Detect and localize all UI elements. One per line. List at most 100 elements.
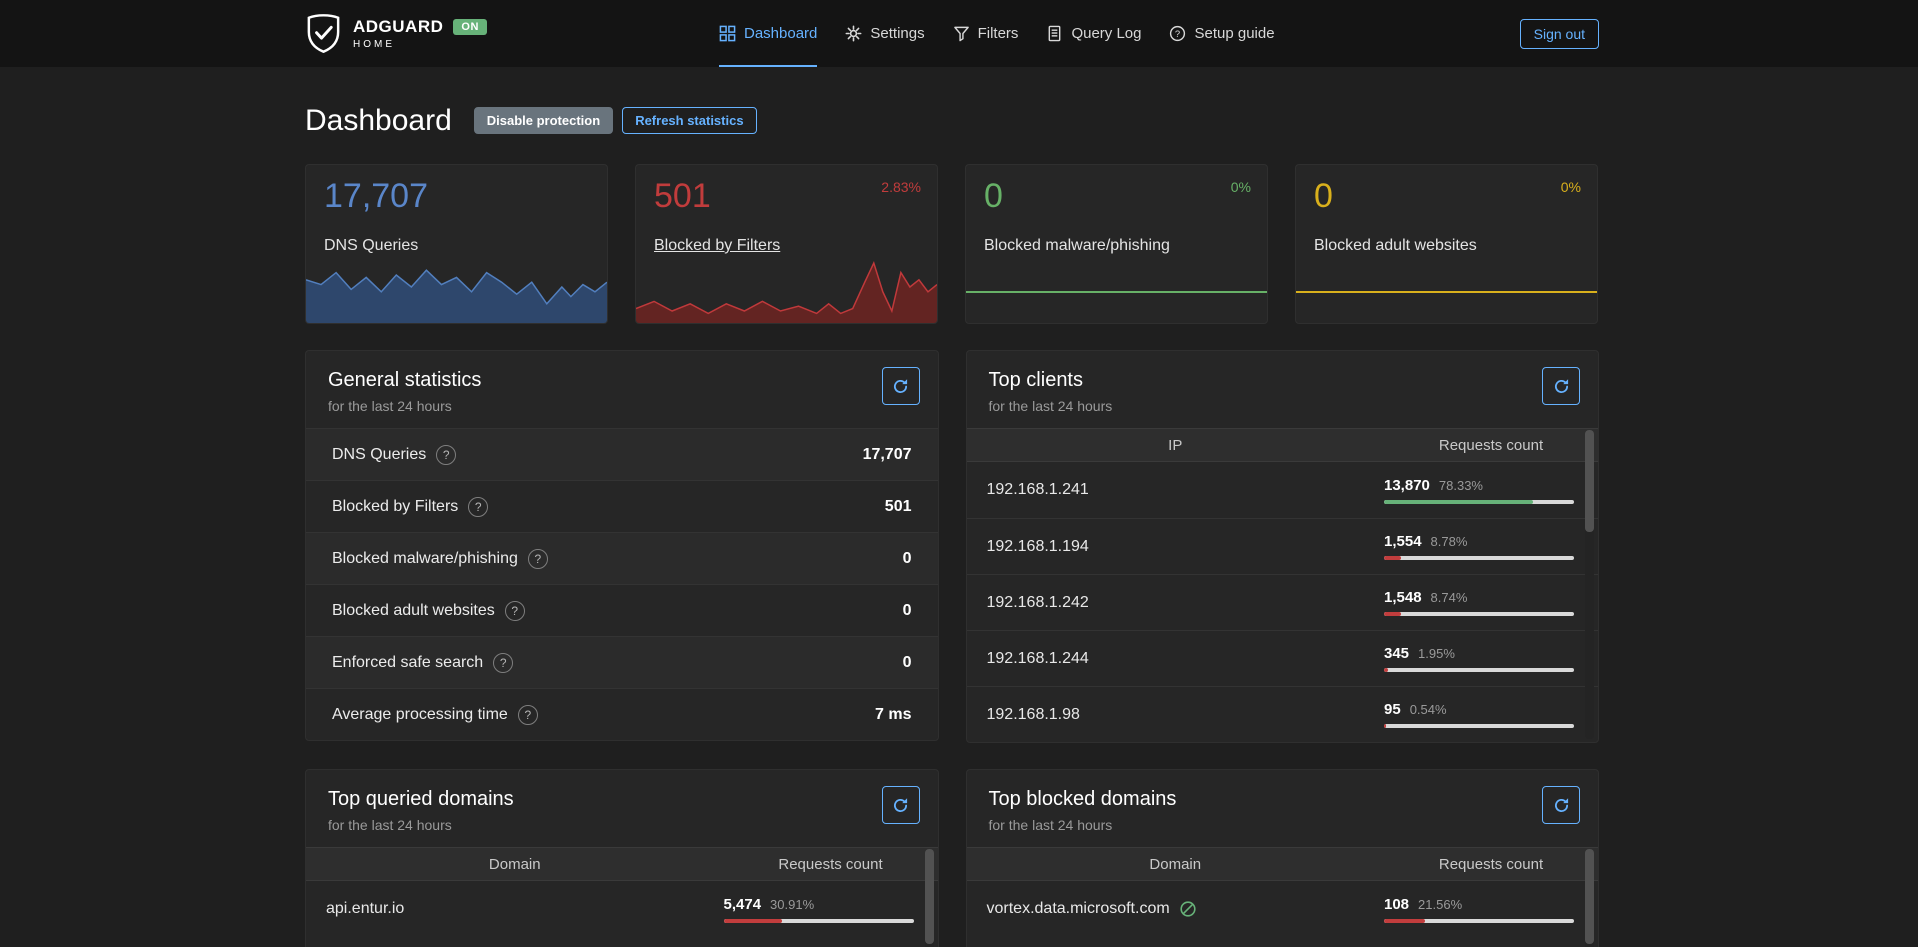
refresh-icon (892, 797, 909, 814)
queried-domain: api.entur.io (306, 900, 724, 918)
adguard-logo[interactable]: ADGUARD ON HOME (305, 0, 487, 67)
help-icon[interactable]: ? (518, 705, 538, 725)
brand-text: ADGUARD ON HOME (353, 17, 487, 50)
stats-row-value: 7 ms (875, 706, 911, 724)
disable-protection-button[interactable]: Disable protection (474, 107, 613, 134)
client-count: 1,548 (1384, 589, 1422, 606)
panel-scrollbar[interactable] (925, 849, 934, 947)
stats-row-label: Enforced safe search? (332, 653, 513, 673)
nav-settings[interactable]: Settings (845, 0, 924, 67)
domain-percent: 30.91% (770, 897, 814, 912)
blocked-domain: vortex.data.microsoft.com (987, 900, 1170, 918)
client-count: 1,554 (1384, 533, 1422, 550)
panel-subtitle: for the last 24 hours (989, 817, 1577, 833)
stats-label-text: Blocked malware/phishing (332, 550, 518, 568)
column-domain: Domain (306, 856, 724, 873)
top-queried-header: Top queried domains for the last 24 hour… (306, 770, 938, 847)
client-progress-bar (1384, 500, 1574, 504)
adult-percent-badge: 0% (1561, 179, 1581, 195)
top-clients-panel: Top clients for the last 24 hours IP Req… (966, 350, 1600, 743)
client-progress-bar (1384, 724, 1574, 728)
stats-label-text: Blocked by Filters (332, 498, 458, 516)
nav-query-log-label: Query Log (1071, 25, 1141, 42)
nav-setup-guide[interactable]: ? Setup guide (1169, 0, 1274, 67)
dns-queries-sparkline (306, 251, 607, 323)
column-requests-count: Requests count (724, 856, 938, 873)
panel-scrollbar[interactable] (1585, 430, 1594, 739)
blocked-by-filters-sparkline (636, 251, 937, 323)
nav-query-log[interactable]: Query Log (1046, 0, 1141, 67)
client-row: 192.168.1.242 1,5488.74% (967, 574, 1599, 630)
refresh-panel-button[interactable] (882, 786, 920, 824)
stats-row-value: 17,707 (863, 446, 912, 464)
refresh-statistics-button[interactable]: Refresh statistics (622, 107, 756, 134)
panel-subtitle: for the last 24 hours (989, 398, 1577, 414)
refresh-panel-button[interactable] (1542, 786, 1580, 824)
help-icon[interactable]: ? (468, 497, 488, 517)
top-navbar: ADGUARD ON HOME Dashboard (0, 0, 1918, 67)
sign-out-button[interactable]: Sign out (1520, 19, 1599, 49)
refresh-panel-button[interactable] (882, 367, 920, 405)
stats-label-text: Blocked adult websites (332, 602, 495, 620)
nav-filters[interactable]: Filters (953, 0, 1019, 67)
stat-cards-row: 17,707 DNS Queries 2.83% 501 Blocked by … (305, 164, 1599, 324)
client-ip: 192.168.1.98 (967, 706, 1385, 724)
stats-row: Blocked malware/phishing? 0 (306, 532, 938, 584)
domain-count: 108 (1384, 896, 1409, 913)
stats-row-label: Average processing time? (332, 705, 538, 725)
setup-guide-question-icon: ? (1169, 25, 1186, 42)
nav-dashboard[interactable]: Dashboard (719, 0, 817, 67)
stats-row: Blocked by Filters? 501 (306, 480, 938, 532)
client-percent: 8.74% (1431, 590, 1468, 605)
scrollbar-thumb[interactable] (1585, 849, 1594, 944)
bottom-panels-row: Top queried domains for the last 24 hour… (305, 769, 1599, 947)
table-header: Domain Requests count (967, 847, 1599, 881)
malware-percent-badge: 0% (1231, 179, 1251, 195)
domain-row: api.entur.io 5,474 30.91% (306, 881, 938, 937)
stats-row-value: 0 (903, 602, 912, 620)
general-statistics-header: General statistics for the last 24 hours (306, 351, 938, 428)
general-statistics-list: DNS Queries? 17,707 Blocked by Filters? … (306, 428, 938, 740)
column-domain: Domain (967, 856, 1385, 873)
client-row: 192.168.1.194 1,5548.78% (967, 518, 1599, 574)
panel-title: Top clients (989, 369, 1577, 392)
help-icon[interactable]: ? (505, 601, 525, 621)
client-count: 13,870 (1384, 477, 1430, 494)
help-icon[interactable]: ? (436, 445, 456, 465)
blocked-adult-label: Blocked adult websites (1314, 237, 1477, 255)
blocked-adult-value: 0 (1314, 177, 1333, 216)
middle-panels-row: General statistics for the last 24 hours… (305, 350, 1599, 743)
client-ip: 192.168.1.194 (967, 538, 1385, 556)
shield-logo-icon (305, 13, 342, 54)
dns-queries-card: 17,707 DNS Queries (305, 164, 608, 324)
general-statistics-panel: General statistics for the last 24 hours… (305, 350, 939, 741)
scrollbar-thumb[interactable] (1585, 430, 1594, 532)
stats-row: DNS Queries? 17,707 (306, 428, 938, 480)
domain-progress-bar (1384, 919, 1574, 923)
table-header: IP Requests count (967, 428, 1599, 462)
help-icon[interactable]: ? (528, 549, 548, 569)
panel-title: Top queried domains (328, 788, 916, 811)
main-content: Dashboard Disable protection Refresh sta… (305, 103, 1599, 947)
client-count: 95 (1384, 701, 1401, 718)
stats-row-label: Blocked malware/phishing? (332, 549, 548, 569)
refresh-icon (892, 378, 909, 395)
stats-row-label: Blocked by Filters? (332, 497, 488, 517)
panel-scrollbar[interactable] (1585, 849, 1594, 947)
main-nav: Dashboard Settings (719, 0, 1275, 67)
top-blocked-header: Top blocked domains for the last 24 hour… (967, 770, 1599, 847)
client-row: 192.168.1.241 13,87078.33% (967, 462, 1599, 518)
stats-label-text: Enforced safe search (332, 654, 483, 672)
table-header: Domain Requests count (306, 847, 938, 881)
column-requests-count: Requests count (1384, 856, 1598, 873)
domain-count: 5,474 (724, 896, 762, 913)
help-icon[interactable]: ? (493, 653, 513, 673)
scrollbar-thumb[interactable] (925, 849, 934, 944)
refresh-panel-button[interactable] (1542, 367, 1580, 405)
blocked-malware-card: 0% 0 Blocked malware/phishing (965, 164, 1268, 324)
blocked-by-filters-card: 2.83% 501 Blocked by Filters (635, 164, 938, 324)
blocked-by-filters-value: 501 (654, 177, 711, 216)
stats-label-text: Average processing time (332, 706, 508, 724)
nav-dashboard-label: Dashboard (744, 25, 817, 42)
column-ip: IP (967, 437, 1385, 454)
